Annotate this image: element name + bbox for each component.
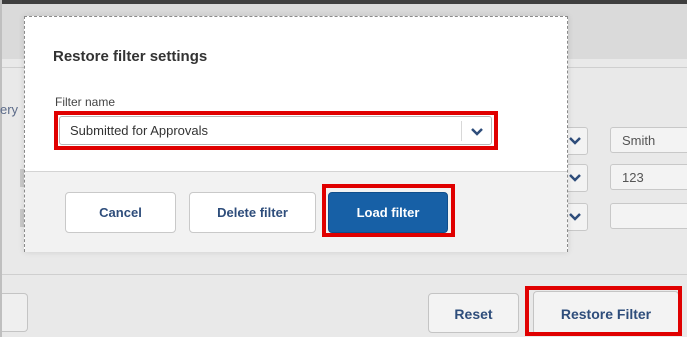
dialog-footer: Cancel Delete filter Load filter — [25, 171, 567, 252]
footer-divider — [2, 274, 687, 275]
chevron-down-icon — [569, 213, 581, 221]
chevron-down-icon — [569, 174, 581, 182]
truncated-button[interactable] — [2, 293, 28, 332]
value-input[interactable]: Smith — [610, 127, 687, 153]
dialog-title: Restore filter settings — [53, 48, 208, 65]
filter-select-highlight — [54, 111, 498, 150]
window-bottom-edge — [0, 337, 687, 343]
cancel-button[interactable]: Cancel — [65, 192, 176, 233]
value-input[interactable]: 123 — [610, 164, 687, 190]
reset-button[interactable]: Reset — [428, 293, 519, 333]
restore-filter-highlight — [525, 286, 682, 336]
truncated-label: ery — [0, 102, 19, 117]
restore-filter-dialog: Restore filter settings Filter name Subm… — [24, 16, 568, 252]
filter-name-label: Filter name — [55, 95, 116, 109]
load-filter-highlight — [322, 184, 455, 237]
delete-filter-button[interactable]: Delete filter — [189, 192, 316, 233]
value-input[interactable] — [610, 203, 687, 229]
chevron-down-icon — [569, 137, 581, 145]
